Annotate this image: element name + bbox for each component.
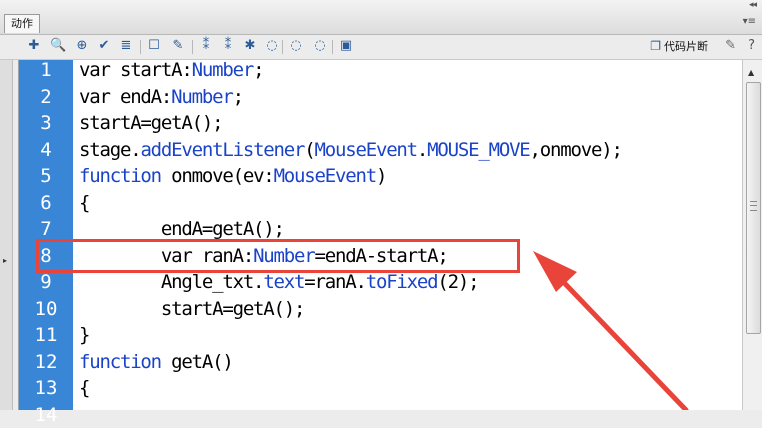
annotation-arrow-icon	[0, 0, 762, 410]
